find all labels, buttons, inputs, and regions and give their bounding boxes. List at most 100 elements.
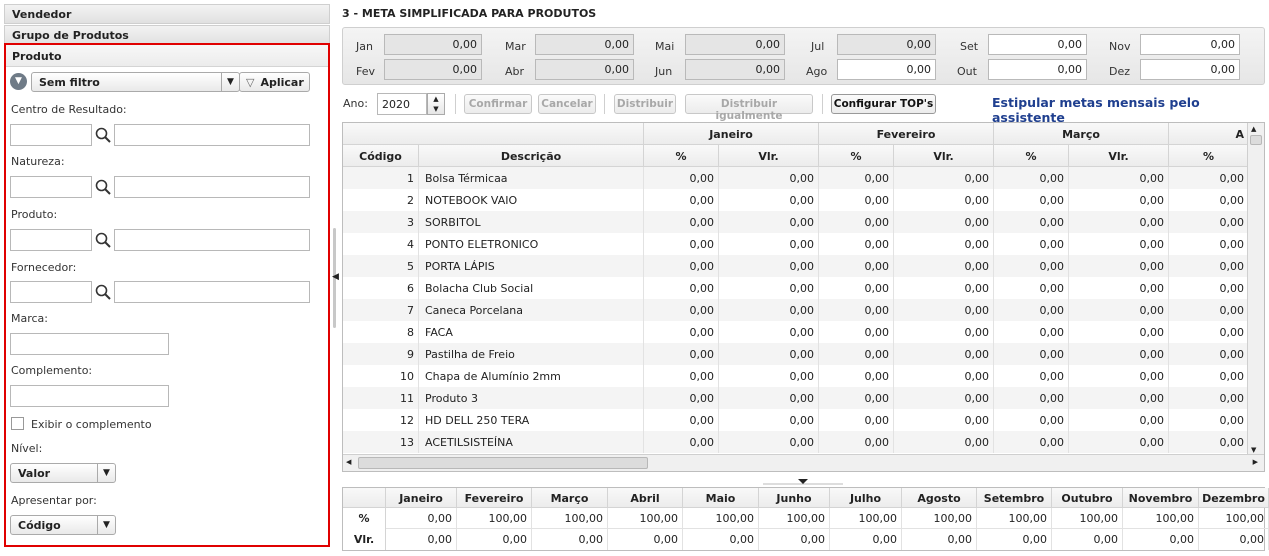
- cell-value[interactable]: 0,00: [1169, 189, 1249, 211]
- grid-col-codigo[interactable]: Código: [343, 145, 419, 167]
- cell-value[interactable]: 0,00: [1169, 343, 1249, 365]
- cell-value[interactable]: 0,00: [819, 365, 894, 387]
- cell-value[interactable]: 0,00: [819, 167, 894, 189]
- grid-col-mar-vlr[interactable]: Vlr.: [1069, 145, 1169, 167]
- cell-value[interactable]: 0,00: [1069, 211, 1169, 233]
- cell-value[interactable]: 0,00: [644, 299, 719, 321]
- cell-value[interactable]: 0,00: [644, 343, 719, 365]
- cell-value[interactable]: 0,00: [994, 321, 1069, 343]
- complemento-input[interactable]: [10, 385, 169, 407]
- natureza-code-input[interactable]: [10, 176, 92, 198]
- table-row[interactable]: 1 Bolsa Térmicaa 0,00 0,00 0,00 0,00 0,00 0,00 0…: [343, 167, 1249, 189]
- cell-value[interactable]: 0,00: [894, 321, 994, 343]
- cell-value[interactable]: 0,00: [644, 409, 719, 431]
- grid-vertical-scrollbar[interactable]: ▲ ▼: [1247, 123, 1264, 456]
- ano-input[interactable]: 2020: [377, 93, 427, 115]
- cell-value[interactable]: 0,00: [1169, 255, 1249, 277]
- cell-value[interactable]: 0,00: [819, 277, 894, 299]
- cell-value[interactable]: 0,00: [1069, 365, 1169, 387]
- cell-value[interactable]: 0,00: [819, 343, 894, 365]
- cell-value[interactable]: 0,00: [819, 387, 894, 409]
- search-icon[interactable]: [95, 284, 111, 300]
- cell-value[interactable]: 0,00: [1069, 387, 1169, 409]
- exibir-complemento-checkbox[interactable]: [11, 417, 24, 430]
- cell-value[interactable]: 0,00: [1069, 189, 1169, 211]
- cell-value[interactable]: 0,00: [719, 299, 819, 321]
- apresentar-select[interactable]: Código ▼: [10, 515, 116, 535]
- cell-value[interactable]: 0,00: [894, 255, 994, 277]
- cell-value[interactable]: 0,00: [819, 189, 894, 211]
- cell-value[interactable]: 0,00: [894, 343, 994, 365]
- cell-value[interactable]: 0,00: [894, 167, 994, 189]
- cell-value[interactable]: 0,00: [1169, 299, 1249, 321]
- cell-value[interactable]: 0,00: [894, 211, 994, 233]
- configurar-tops-button[interactable]: Configurar TOP's: [831, 94, 936, 114]
- filter-icon[interactable]: ▼: [10, 73, 27, 90]
- cell-value[interactable]: 0,00: [719, 167, 819, 189]
- cell-value[interactable]: 0,00: [994, 233, 1069, 255]
- cell-value[interactable]: 0,00: [894, 277, 994, 299]
- cell-value[interactable]: 0,00: [894, 387, 994, 409]
- cell-value[interactable]: 0,00: [644, 321, 719, 343]
- cell-value[interactable]: 0,00: [1169, 409, 1249, 431]
- cell-value[interactable]: 0,00: [719, 233, 819, 255]
- collapse-down-icon[interactable]: [763, 478, 843, 486]
- cell-value[interactable]: 0,00: [1069, 409, 1169, 431]
- cell-value[interactable]: 0,00: [1169, 321, 1249, 343]
- table-row[interactable]: 7 Caneca Porcelana 0,00 0,00 0,00 0,00 0,00 0,0…: [343, 299, 1249, 321]
- cell-value[interactable]: 0,00: [994, 255, 1069, 277]
- cell-value[interactable]: 0,00: [994, 431, 1069, 453]
- natureza-desc-input[interactable]: [114, 176, 310, 198]
- table-row[interactable]: 2 NOTEBOOK VAIO 0,00 0,00 0,00 0,00 0,00 0,00 0,…: [343, 189, 1249, 211]
- cell-value[interactable]: 0,00: [994, 211, 1069, 233]
- cell-value[interactable]: 0,00: [1069, 299, 1169, 321]
- cell-value[interactable]: 0,00: [994, 189, 1069, 211]
- vscroll-thumb[interactable]: [1250, 135, 1262, 145]
- month-value-ago[interactable]: 0,00: [837, 59, 936, 80]
- cell-value[interactable]: 0,00: [994, 387, 1069, 409]
- scroll-left-icon[interactable]: ◀: [346, 458, 351, 466]
- cell-value[interactable]: 0,00: [819, 255, 894, 277]
- cell-value[interactable]: 0,00: [719, 387, 819, 409]
- cell-value[interactable]: 0,00: [719, 277, 819, 299]
- filter-select[interactable]: Sem filtro ▼: [31, 72, 240, 92]
- cell-value[interactable]: 0,00: [1069, 233, 1169, 255]
- fornecedor-code-input[interactable]: [10, 281, 92, 303]
- cell-value[interactable]: 0,00: [819, 233, 894, 255]
- cell-value[interactable]: 0,00: [1169, 365, 1249, 387]
- month-value-out[interactable]: 0,00: [988, 59, 1087, 80]
- produto-desc-input[interactable]: [114, 229, 310, 251]
- cell-value[interactable]: 0,00: [719, 409, 819, 431]
- table-row[interactable]: 8 FACA 0,00 0,00 0,00 0,00 0,00 0,00 0,00: [343, 321, 1249, 343]
- centro-resultado-desc-input[interactable]: [114, 124, 310, 146]
- cell-value[interactable]: 0,00: [644, 365, 719, 387]
- cell-value[interactable]: 0,00: [1069, 167, 1169, 189]
- cell-value[interactable]: 0,00: [644, 255, 719, 277]
- cell-value[interactable]: 0,00: [994, 277, 1069, 299]
- cell-value[interactable]: 0,00: [644, 211, 719, 233]
- cell-value[interactable]: 0,00: [644, 167, 719, 189]
- cell-value[interactable]: 0,00: [1169, 211, 1249, 233]
- fornecedor-desc-input[interactable]: [114, 281, 310, 303]
- cell-value[interactable]: 0,00: [894, 299, 994, 321]
- table-row[interactable]: 6 Bolacha Club Social 0,00 0,00 0,00 0,00 0,00…: [343, 277, 1249, 299]
- cell-value[interactable]: 0,00: [894, 431, 994, 453]
- cell-value[interactable]: 0,00: [1169, 167, 1249, 189]
- cell-value[interactable]: 0,00: [1069, 321, 1169, 343]
- table-row[interactable]: 13 ACETILSISTEÍNA 0,00 0,00 0,00 0,00 0,00 0,00…: [343, 431, 1249, 453]
- cell-value[interactable]: 0,00: [894, 365, 994, 387]
- cell-value[interactable]: 0,00: [894, 233, 994, 255]
- collapse-left-icon[interactable]: ◀: [332, 272, 339, 282]
- accordion-vendedor[interactable]: Vendedor: [4, 4, 330, 24]
- grid-horizontal-scrollbar[interactable]: ◀ ▶: [343, 454, 1264, 471]
- cell-value[interactable]: 0,00: [819, 211, 894, 233]
- cell-value[interactable]: 0,00: [994, 409, 1069, 431]
- cell-value[interactable]: 0,00: [644, 189, 719, 211]
- centro-resultado-code-input[interactable]: [10, 124, 92, 146]
- cell-value[interactable]: 0,00: [819, 299, 894, 321]
- cell-value[interactable]: 0,00: [1069, 255, 1169, 277]
- cell-value[interactable]: 0,00: [719, 211, 819, 233]
- distribuir-igualmente-button[interactable]: Distribuir igualmente: [685, 94, 813, 122]
- scroll-down-icon[interactable]: ▼: [1251, 446, 1256, 454]
- month-value-set[interactable]: 0,00: [988, 34, 1087, 55]
